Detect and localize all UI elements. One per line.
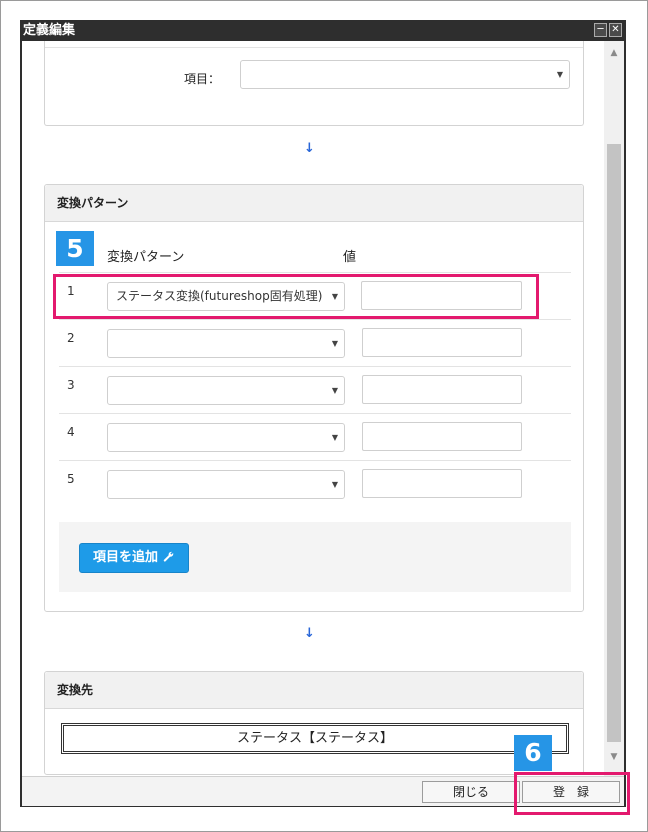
close-button[interactable]: 閉じる xyxy=(422,781,520,803)
add-item-label: 項目を追加 xyxy=(93,550,159,565)
scroll-down-icon[interactable]: ▼ xyxy=(604,749,624,765)
destination-panel: 変換先 ステータス【ステータス】 xyxy=(44,671,584,775)
row-number: 3 xyxy=(67,378,75,392)
destination-header: 変換先 xyxy=(45,672,583,709)
highlight-row-1 xyxy=(53,274,539,319)
panel-divider xyxy=(45,47,583,48)
arrow-down-icon: ↓ xyxy=(304,626,315,641)
highlight-register xyxy=(514,772,630,815)
value-input-5[interactable] xyxy=(362,469,522,498)
column-header-pattern: 変換パターン xyxy=(107,250,185,265)
row-number: 2 xyxy=(67,331,75,345)
chevron-down-icon: ▼ xyxy=(556,70,563,79)
pattern-select-5[interactable]: ▼ xyxy=(107,470,345,499)
pattern-select-2[interactable]: ▼ xyxy=(107,329,345,358)
minimize-button[interactable]: ─ xyxy=(594,23,607,37)
add-item-area: 項目を追加 xyxy=(59,522,571,592)
item-label: 項目： xyxy=(184,72,221,86)
destination-value: ステータス【ステータス】 xyxy=(61,723,569,754)
row-divider xyxy=(59,272,571,273)
close-window-button[interactable]: ✕ xyxy=(609,23,622,37)
wrench-icon xyxy=(163,551,173,562)
chevron-down-icon: ▼ xyxy=(331,433,338,442)
chevron-down-icon: ▼ xyxy=(331,480,338,489)
row-divider xyxy=(59,319,571,320)
column-header-value: 値 xyxy=(343,250,357,265)
add-item-button[interactable]: 項目を追加 xyxy=(79,543,189,573)
pattern-select-3[interactable]: ▼ xyxy=(107,376,345,405)
row-divider xyxy=(59,366,571,367)
dialog-content: 項目： ▼ ↓ 変換パターン 変換パターン 値 1 ステータス変換(future… xyxy=(22,41,604,776)
dialog-title: 定義編集 xyxy=(23,23,76,38)
minimize-icon: ─ xyxy=(597,24,604,35)
step-badge-5: 5 xyxy=(56,231,94,266)
chevron-down-icon: ▼ xyxy=(331,386,338,395)
step-badge-6: 6 xyxy=(514,735,552,771)
value-input-3[interactable] xyxy=(362,375,522,404)
close-icon: ✕ xyxy=(611,24,620,35)
item-select[interactable]: ▼ xyxy=(240,60,570,89)
row-divider xyxy=(59,413,571,414)
conversion-pattern-header: 変換パターン xyxy=(45,185,583,222)
conversion-pattern-panel: 変換パターン 変換パターン 値 1 ステータス変換(futureshop固有処理… xyxy=(44,184,584,612)
scroll-up-icon[interactable]: ▲ xyxy=(604,45,624,61)
row-divider xyxy=(59,460,571,461)
scroll-thumb[interactable] xyxy=(607,144,621,742)
arrow-down-icon: ↓ xyxy=(304,141,315,156)
value-input-4[interactable] xyxy=(362,422,522,451)
chevron-down-icon: ▼ xyxy=(331,339,338,348)
value-input-2[interactable] xyxy=(362,328,522,357)
dialog-titlebar: 定義編集 ─ ✕ xyxy=(20,20,626,41)
item-panel: 項目： ▼ xyxy=(44,41,584,126)
pattern-select-4[interactable]: ▼ xyxy=(107,423,345,452)
row-number: 4 xyxy=(67,425,75,439)
row-number: 5 xyxy=(67,472,75,486)
vertical-scrollbar[interactable]: ▲ ▼ xyxy=(604,41,624,776)
